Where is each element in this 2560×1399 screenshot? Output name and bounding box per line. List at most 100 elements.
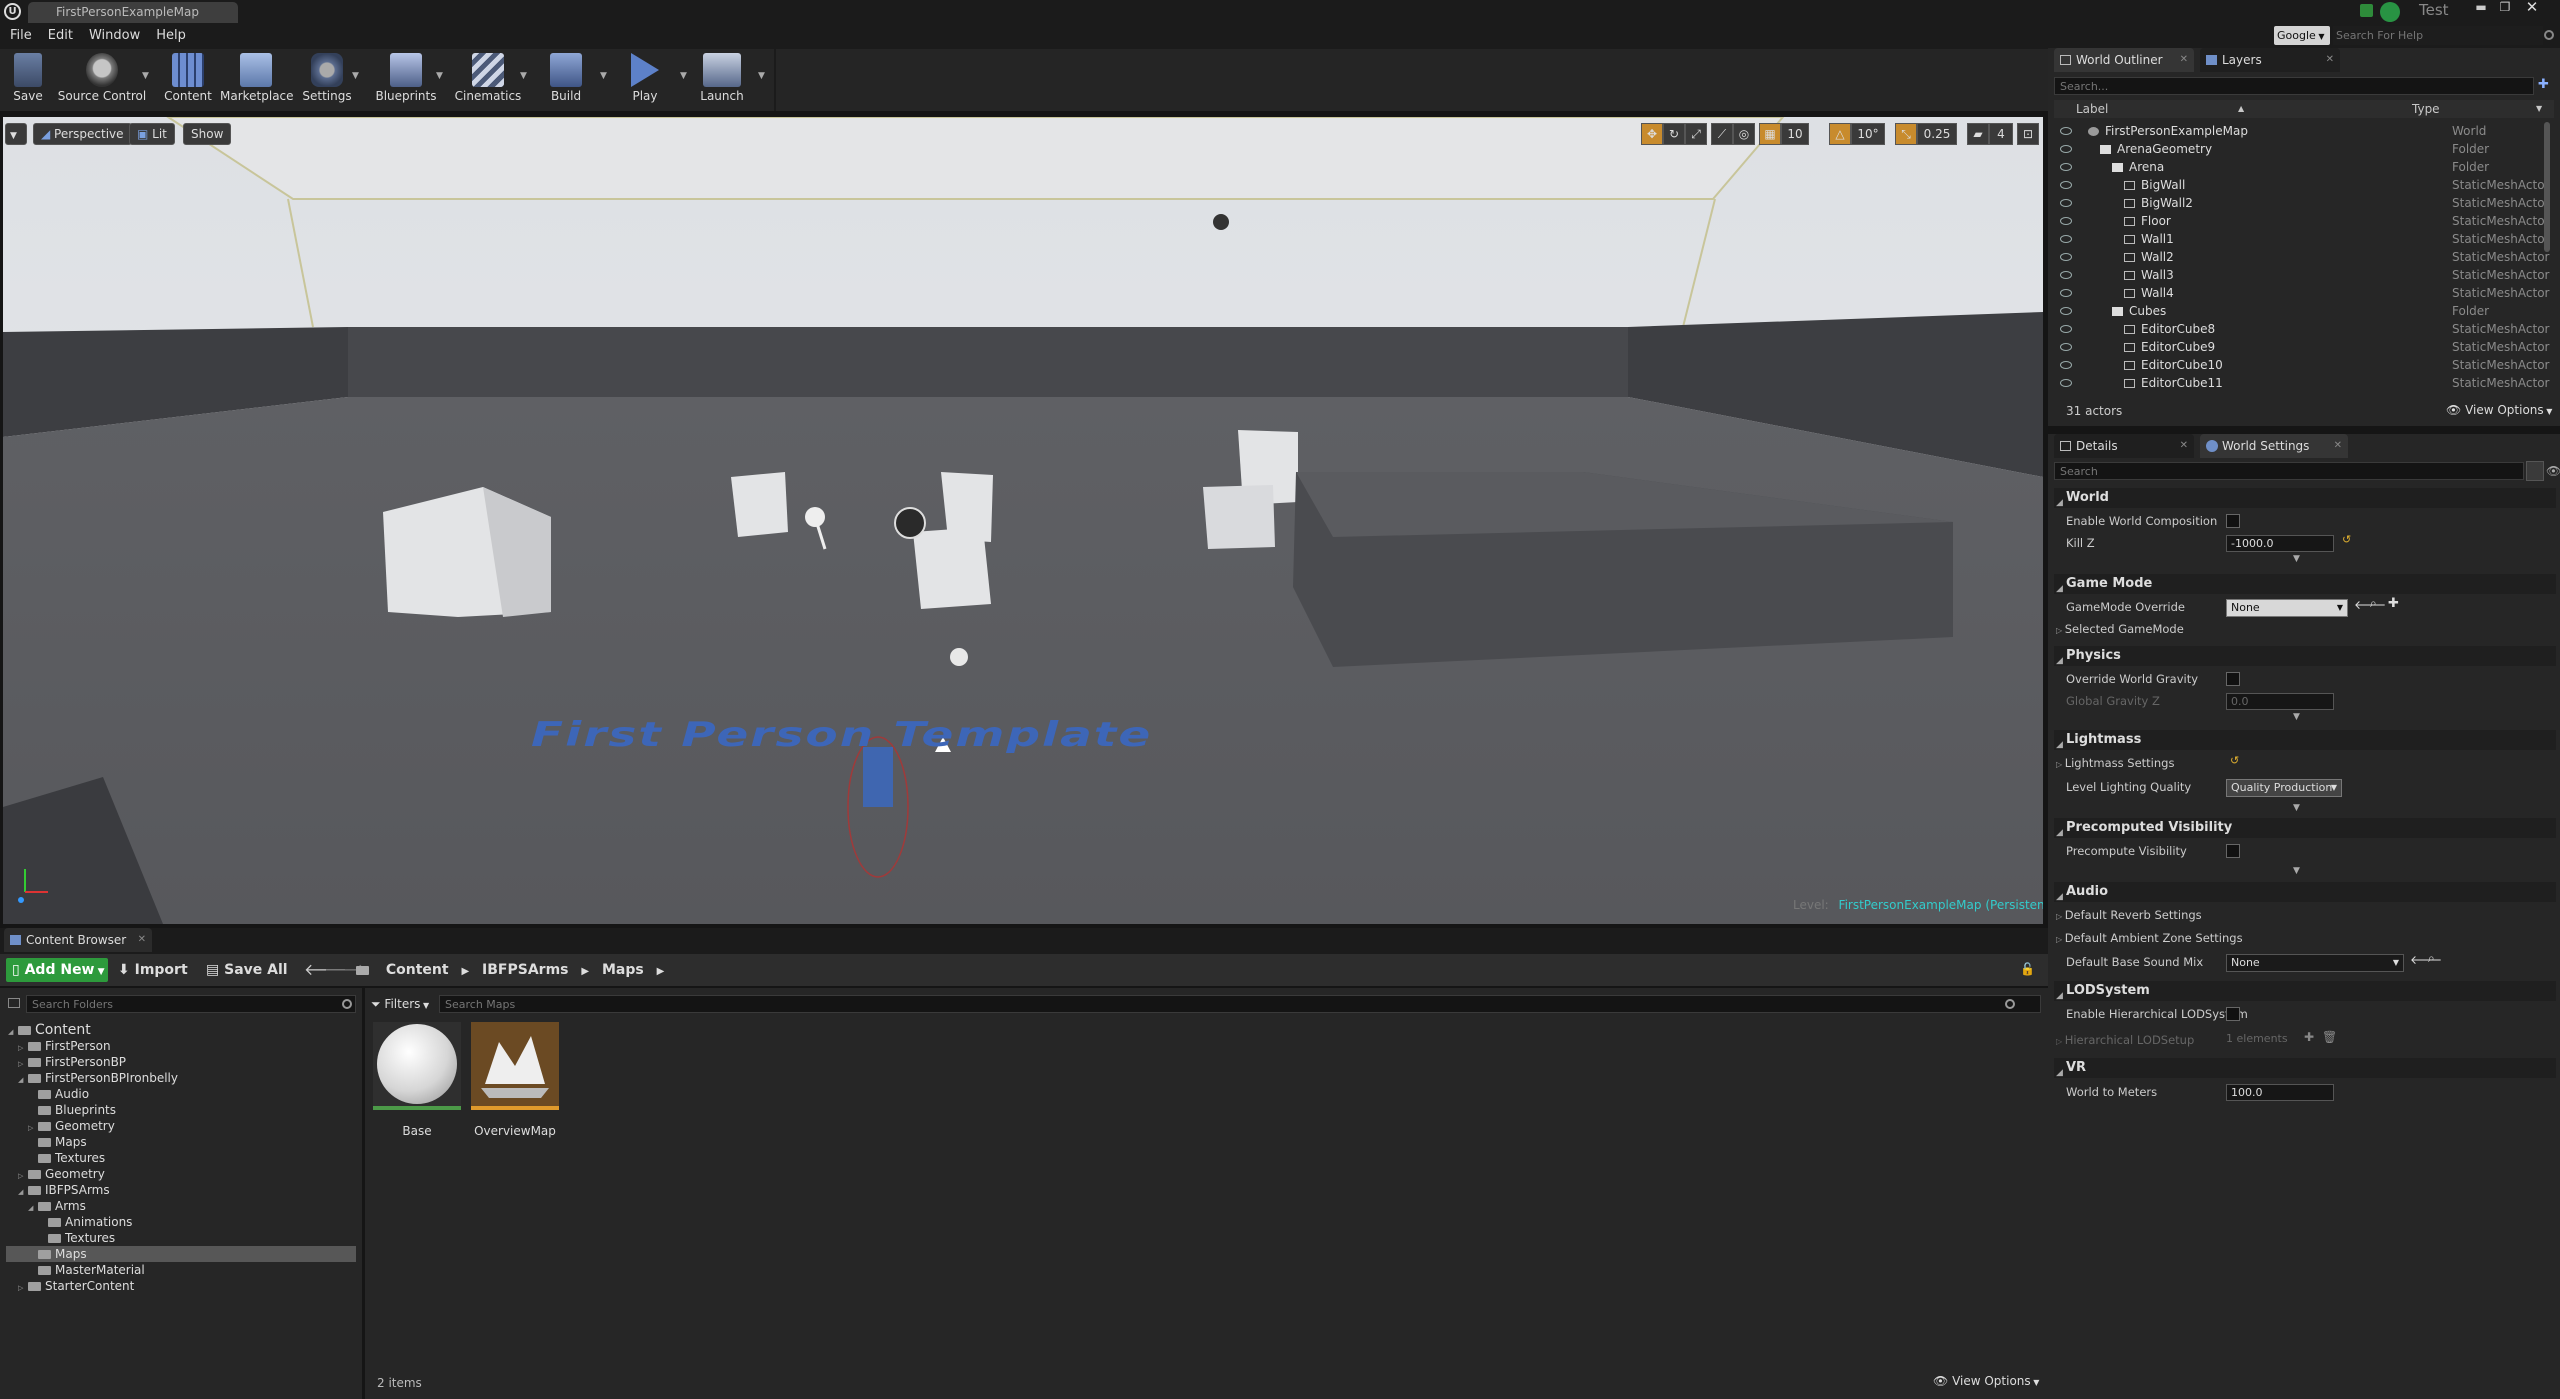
selected-gamemode-row[interactable]: ▷ Selected GameMode [2056,619,2184,639]
folder-tree-item[interactable]: ▷ StarterContent [18,1278,134,1294]
outliner-row[interactable]: BigWall StaticMeshActor [2060,176,2552,194]
view-options-button[interactable]: 👁 View Options ▼ [1933,1374,2039,1388]
menu-file[interactable]: File [2,23,40,49]
close-icon[interactable]: ✕ [2180,48,2188,72]
breadcrumb-separator-icon[interactable]: ▶ [657,966,665,977]
expand-arrow-icon[interactable]: ◢ [18,1072,28,1088]
minimize-button[interactable]: ▬ [2470,0,2492,16]
visibility-eye-icon[interactable] [2060,289,2072,297]
visibility-eye-icon[interactable] [2060,163,2072,171]
hlod-checkbox[interactable] [2226,1007,2240,1021]
outliner-row[interactable]: Cubes Folder [2060,302,2552,320]
help-search-input[interactable] [2333,26,2543,45]
close-icon[interactable]: ✕ [2326,48,2334,72]
outliner-row[interactable]: EditorCube8 StaticMeshActor [2060,320,2552,338]
folder-tree-item[interactable]: ▷ Geometry [28,1118,115,1134]
breadcrumb-maps[interactable]: Maps [602,962,644,978]
folder-tree-item[interactable]: Maps [28,1134,87,1150]
breadcrumb-ibfpsarms[interactable]: IBFPSArms [482,962,568,978]
outliner-search-input[interactable] [2054,77,2534,95]
sources-toggle-icon[interactable] [8,998,20,1008]
outliner-settings-icon[interactable]: ✚ [2538,77,2556,95]
outliner-row[interactable]: Wall1 StaticMeshActor [2060,230,2552,248]
content-button[interactable]: Content [160,51,216,109]
outliner-row[interactable]: BigWall2 StaticMeshActor [2060,194,2552,212]
lighting-quality-dropdown[interactable]: Quality Production ▼ [2226,779,2342,797]
save-button[interactable]: Save [4,51,52,109]
play-button[interactable]: Play [620,51,670,109]
reverb-settings-row[interactable]: ▷ Default Reverb Settings [2056,905,2202,925]
menu-help[interactable]: Help [148,23,194,49]
folder-tree-item[interactable]: ◢ IBFPSArms [18,1182,110,1198]
precompute-visibility-checkbox[interactable] [2226,844,2240,858]
world-local-icon[interactable]: ◎ [1733,123,1755,145]
close-button[interactable]: ✕ [2518,0,2546,16]
folder-tree-item[interactable]: Textures [28,1150,105,1166]
world-composition-checkbox[interactable] [2226,514,2240,528]
viewport-options-button[interactable]: ▼ [5,123,27,145]
folder-tree-item[interactable]: Animations [38,1214,132,1230]
outliner-row[interactable]: Arena Folder [2060,158,2552,176]
search-folders-input[interactable] [26,995,356,1013]
build-button[interactable]: Build [540,51,592,109]
outliner-row[interactable]: Wall3 StaticMeshActor [2060,266,2552,284]
browse-icon[interactable]: ⌕ [2428,951,2435,966]
settings-dropdown-arrow[interactable]: ▼ [352,71,359,81]
expand-arrow-icon[interactable]: ▷ [18,1280,28,1296]
expand-arrow-icon[interactable]: ◢ [8,1024,18,1040]
section-world[interactable]: ◢ World [2054,488,2556,508]
reset-icon[interactable]: ↺ [2230,754,2239,767]
outliner-row[interactable]: ArenaGeometry Folder [2060,140,2552,158]
advanced-expand-icon[interactable]: ▼ [2293,712,2300,722]
scale-snap-value[interactable]: 0.25 [1917,123,1957,145]
breadcrumb-separator-icon[interactable]: ▶ [581,966,589,977]
rotation-snap-icon[interactable]: △ [1829,123,1851,145]
gamemode-override-dropdown[interactable]: None ▼ [2226,599,2348,617]
help-search-engine-dropdown[interactable]: Google ▼ [2274,26,2330,45]
outliner-row[interactable]: Wall4 StaticMeshActor [2060,284,2552,302]
folder-tree-item[interactable]: Maps [6,1246,356,1262]
settings-button[interactable]: Settings [300,51,354,109]
browse-icon[interactable]: ⌕ [2370,596,2377,611]
rotate-mode-icon[interactable]: ↻ [1663,123,1685,145]
breadcrumb-content[interactable]: Content [386,962,449,978]
add-element-icon[interactable]: ✚ [2304,1030,2314,1044]
advanced-expand-icon[interactable]: ▼ [2293,554,2300,564]
asset-tile[interactable]: OverviewMap [471,1022,563,1146]
visibility-eye-icon[interactable] [2060,379,2072,387]
marketplace-button[interactable]: Marketplace [220,51,294,109]
folder-tree-item[interactable]: ▷ FirstPersonBP [18,1054,126,1070]
label-column-header[interactable]: Label [2076,100,2108,118]
source-control-button[interactable]: Source Control [54,51,150,109]
visibility-eye-icon[interactable] [2060,217,2072,225]
outliner-row[interactable]: Wall2 StaticMeshActor [2060,248,2552,266]
delete-icon[interactable]: 🗑 [2322,1030,2337,1044]
close-icon[interactable]: ✕ [2334,434,2342,458]
cinematics-button[interactable]: Cinematics [454,51,522,109]
lightmass-settings-row[interactable]: ▷ Lightmass Settings [2056,753,2174,773]
tab-world-outliner[interactable]: World Outliner ✕ [2054,48,2194,72]
folder-tree-item[interactable]: ▷ FirstPerson [18,1038,111,1054]
folder-tree-item[interactable]: Textures [38,1230,115,1246]
section-precomputed-visibility[interactable]: ◢ Precomputed Visibility [2054,818,2556,838]
visibility-eye-icon[interactable] [2060,307,2072,315]
source-control-dropdown-arrow[interactable]: ▼ [142,71,149,81]
folder-tree-item[interactable]: ◢ FirstPersonBPIronbelly [18,1070,178,1086]
menu-window[interactable]: Window [81,23,148,49]
import-button[interactable]: ⬇ Import [118,958,188,982]
section-game-mode[interactable]: ◢ Game Mode [2054,574,2556,594]
outliner-row[interactable]: EditorCube11 StaticMeshActor [2060,374,2552,392]
section-audio[interactable]: ◢ Audio [2054,882,2556,902]
expand-arrow-icon[interactable]: ◢ [28,1200,38,1216]
world-to-meters-input[interactable]: 100.0 [2226,1084,2334,1101]
blueprints-button[interactable]: Blueprints [372,51,440,109]
visibility-eye-icon[interactable] [2060,235,2072,243]
scale-mode-icon[interactable]: ⤢ [1685,123,1707,145]
folder-tree-item[interactable]: ◢ Arms [28,1198,86,1214]
outliner-row[interactable]: EditorCube10 StaticMeshActor [2060,356,2552,374]
folder-tree-item[interactable]: ▷ Geometry [18,1166,105,1182]
expand-arrow-icon[interactable]: ◢ [18,1184,28,1200]
advanced-expand-icon[interactable]: ▼ [2293,803,2300,813]
save-all-button[interactable]: ▤ Save All [206,958,290,982]
tab-layers[interactable]: Layers ✕ [2200,48,2340,72]
